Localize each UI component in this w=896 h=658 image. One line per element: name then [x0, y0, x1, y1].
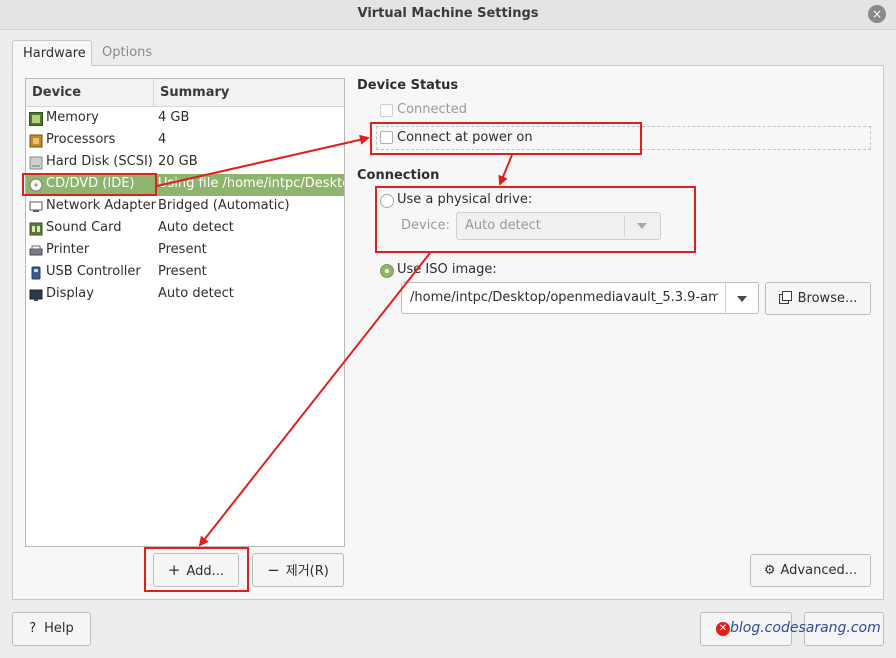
annotation-arrows — [156, 134, 513, 547]
tab-hardware[interactable]: Hardware — [12, 40, 92, 66]
